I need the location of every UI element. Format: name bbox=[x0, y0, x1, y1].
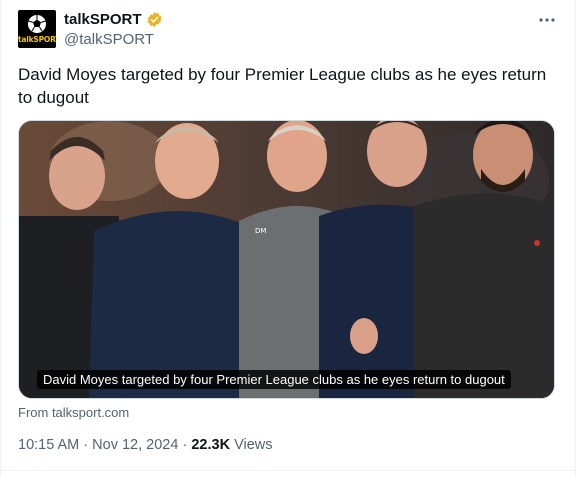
author-handle[interactable]: @talkSPORT bbox=[64, 31, 154, 48]
views-label: Views bbox=[234, 437, 273, 453]
avatar-logo-text: talkSPORT bbox=[18, 35, 56, 44]
views-count: 22.3K bbox=[191, 437, 231, 453]
verified-badge-icon[interactable] bbox=[146, 11, 163, 28]
left-border bbox=[0, 0, 1, 477]
tweet-text: David Moyes targeted by four Premier Lea… bbox=[18, 65, 547, 107]
tweet-time[interactable]: 10:15 AM bbox=[18, 437, 79, 453]
meta-separator: · bbox=[182, 437, 188, 453]
meta-separator: · bbox=[83, 437, 89, 453]
svg-text:DM: DM bbox=[255, 227, 266, 235]
author-name-row: talkSPORT bbox=[64, 11, 163, 28]
tweet-card: talkSPORT talkSPORT @talkSPORT David Moy… bbox=[0, 0, 576, 477]
link-source[interactable]: From talksport.com bbox=[18, 405, 129, 420]
media-card[interactable]: DM David Moyes targeted by four Premier … bbox=[18, 120, 555, 399]
divider bbox=[0, 470, 576, 471]
avatar[interactable]: talkSPORT bbox=[18, 10, 56, 48]
more-icon[interactable] bbox=[535, 10, 559, 30]
media-caption: David Moyes targeted by four Premier Lea… bbox=[37, 370, 511, 389]
author-display-name[interactable]: talkSPORT bbox=[64, 11, 142, 28]
tweet-date[interactable]: Nov 12, 2024 bbox=[92, 437, 178, 453]
tweet-meta: 10:15 AM · Nov 12, 2024 · 22.3K Views bbox=[18, 437, 273, 453]
media-image: DM bbox=[19, 121, 554, 398]
